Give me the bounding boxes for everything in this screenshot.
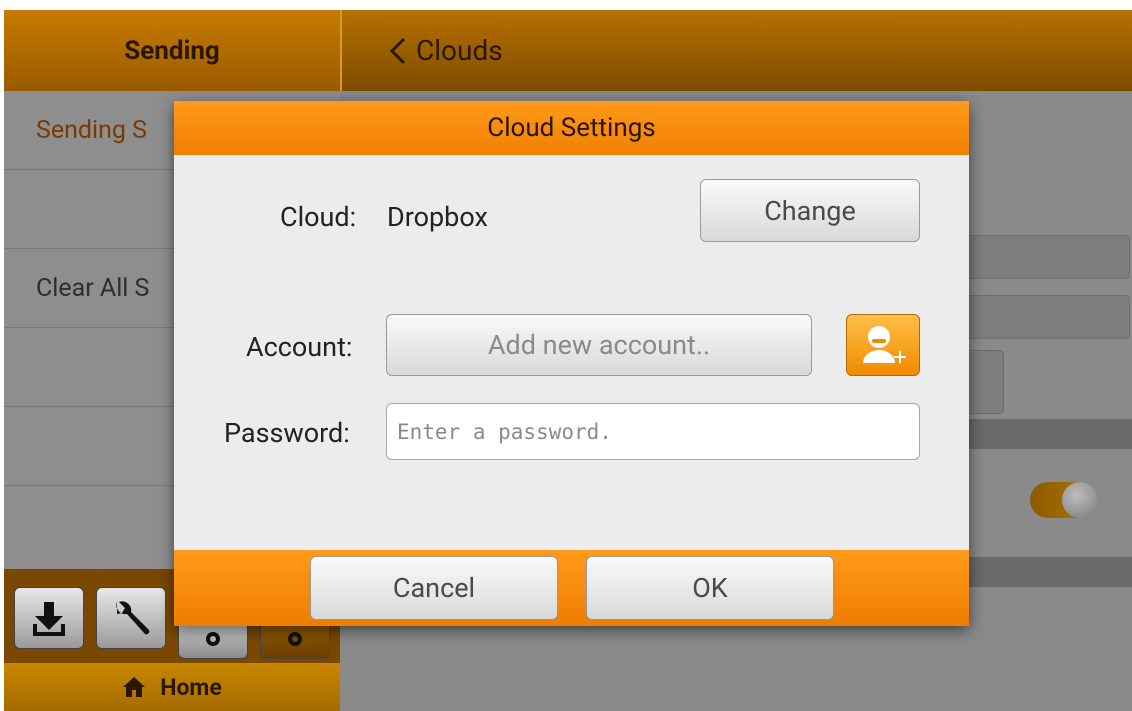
download-icon <box>33 602 65 636</box>
download-button[interactable] <box>14 587 84 649</box>
toggle-knob <box>1062 482 1098 518</box>
cloud-settings-dialog: Cloud Settings Cloud: Dropbox Change Acc… <box>174 101 969 626</box>
gear-icon <box>206 632 220 646</box>
chevron-left-icon <box>389 37 406 64</box>
background-row <box>960 235 1130 279</box>
ok-button[interactable]: OK <box>586 556 834 620</box>
account-label: Account: <box>246 331 353 363</box>
password-input[interactable] <box>386 403 920 460</box>
background-row <box>960 295 1130 339</box>
page-title: Clouds <box>416 34 503 67</box>
wrench-icon <box>116 601 150 635</box>
dialog-footer: Cancel OK <box>174 550 969 626</box>
dialog-title: Cloud Settings <box>174 101 969 155</box>
password-label: Password: <box>224 417 350 449</box>
gear-icon <box>288 632 302 646</box>
section-divider <box>960 557 1132 587</box>
section-divider <box>960 419 1132 449</box>
home-icon <box>123 677 146 697</box>
home-button[interactable]: Home <box>4 663 340 711</box>
tools-button[interactable] <box>96 587 166 649</box>
left-pane-title: Sending <box>4 10 340 91</box>
background-toggle <box>1030 482 1098 518</box>
add-account-button[interactable]: Add new account.. <box>386 314 812 376</box>
home-label: Home <box>160 673 222 701</box>
add-user-button[interactable] <box>846 314 920 376</box>
add-user-icon <box>863 326 906 363</box>
cloud-value: Dropbox <box>387 201 488 233</box>
cloud-label: Cloud: <box>280 201 357 233</box>
change-button[interactable]: Change <box>700 179 920 242</box>
back-button[interactable]: Clouds <box>340 10 1132 91</box>
cancel-button[interactable]: Cancel <box>310 556 558 620</box>
